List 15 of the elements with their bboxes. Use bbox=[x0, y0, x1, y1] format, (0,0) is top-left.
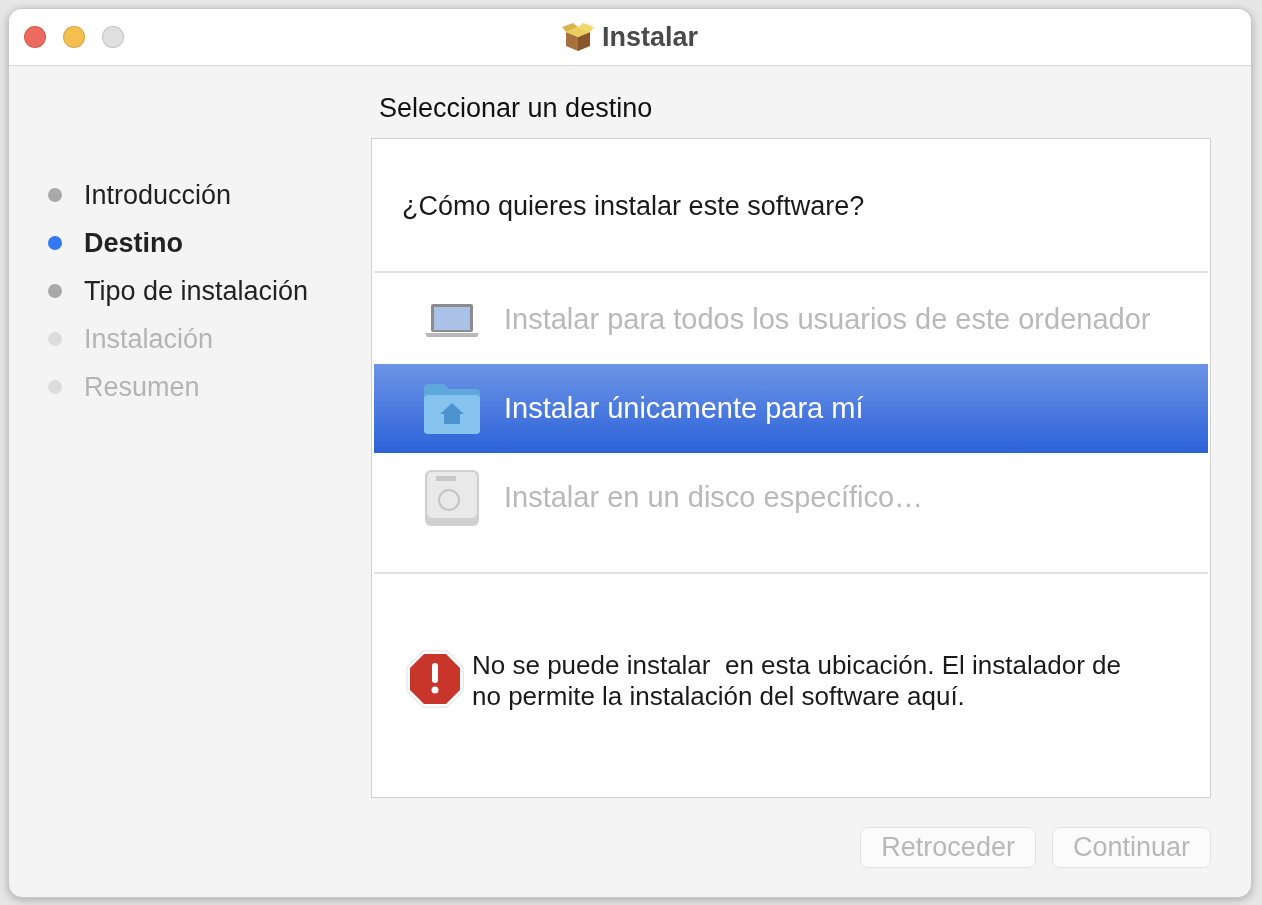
step-label: Resumen bbox=[84, 371, 200, 403]
step-label: Instalación bbox=[84, 323, 214, 355]
minimize-window-button[interactable] bbox=[63, 26, 85, 48]
install-option[interactable]: Instalar únicamente para mí bbox=[374, 364, 1208, 453]
home-folder-icon bbox=[422, 381, 482, 436]
step-label: Tipo de instalación bbox=[84, 275, 309, 307]
error-message: No se puede instalar en esta ubicación. El instalador de no permite la instalación del software aquí. bbox=[472, 650, 1122, 712]
section-heading: Seleccionar un destino bbox=[379, 93, 654, 124]
step-label: Destino bbox=[84, 227, 183, 259]
package-icon bbox=[561, 22, 594, 52]
error-icon bbox=[406, 650, 464, 708]
close-window-button[interactable] bbox=[24, 26, 46, 48]
window-title: Instalar bbox=[601, 21, 698, 53]
step-label: Introducción bbox=[84, 179, 232, 211]
question-text: ¿Cómo quieres instalar este software? bbox=[401, 190, 866, 223]
